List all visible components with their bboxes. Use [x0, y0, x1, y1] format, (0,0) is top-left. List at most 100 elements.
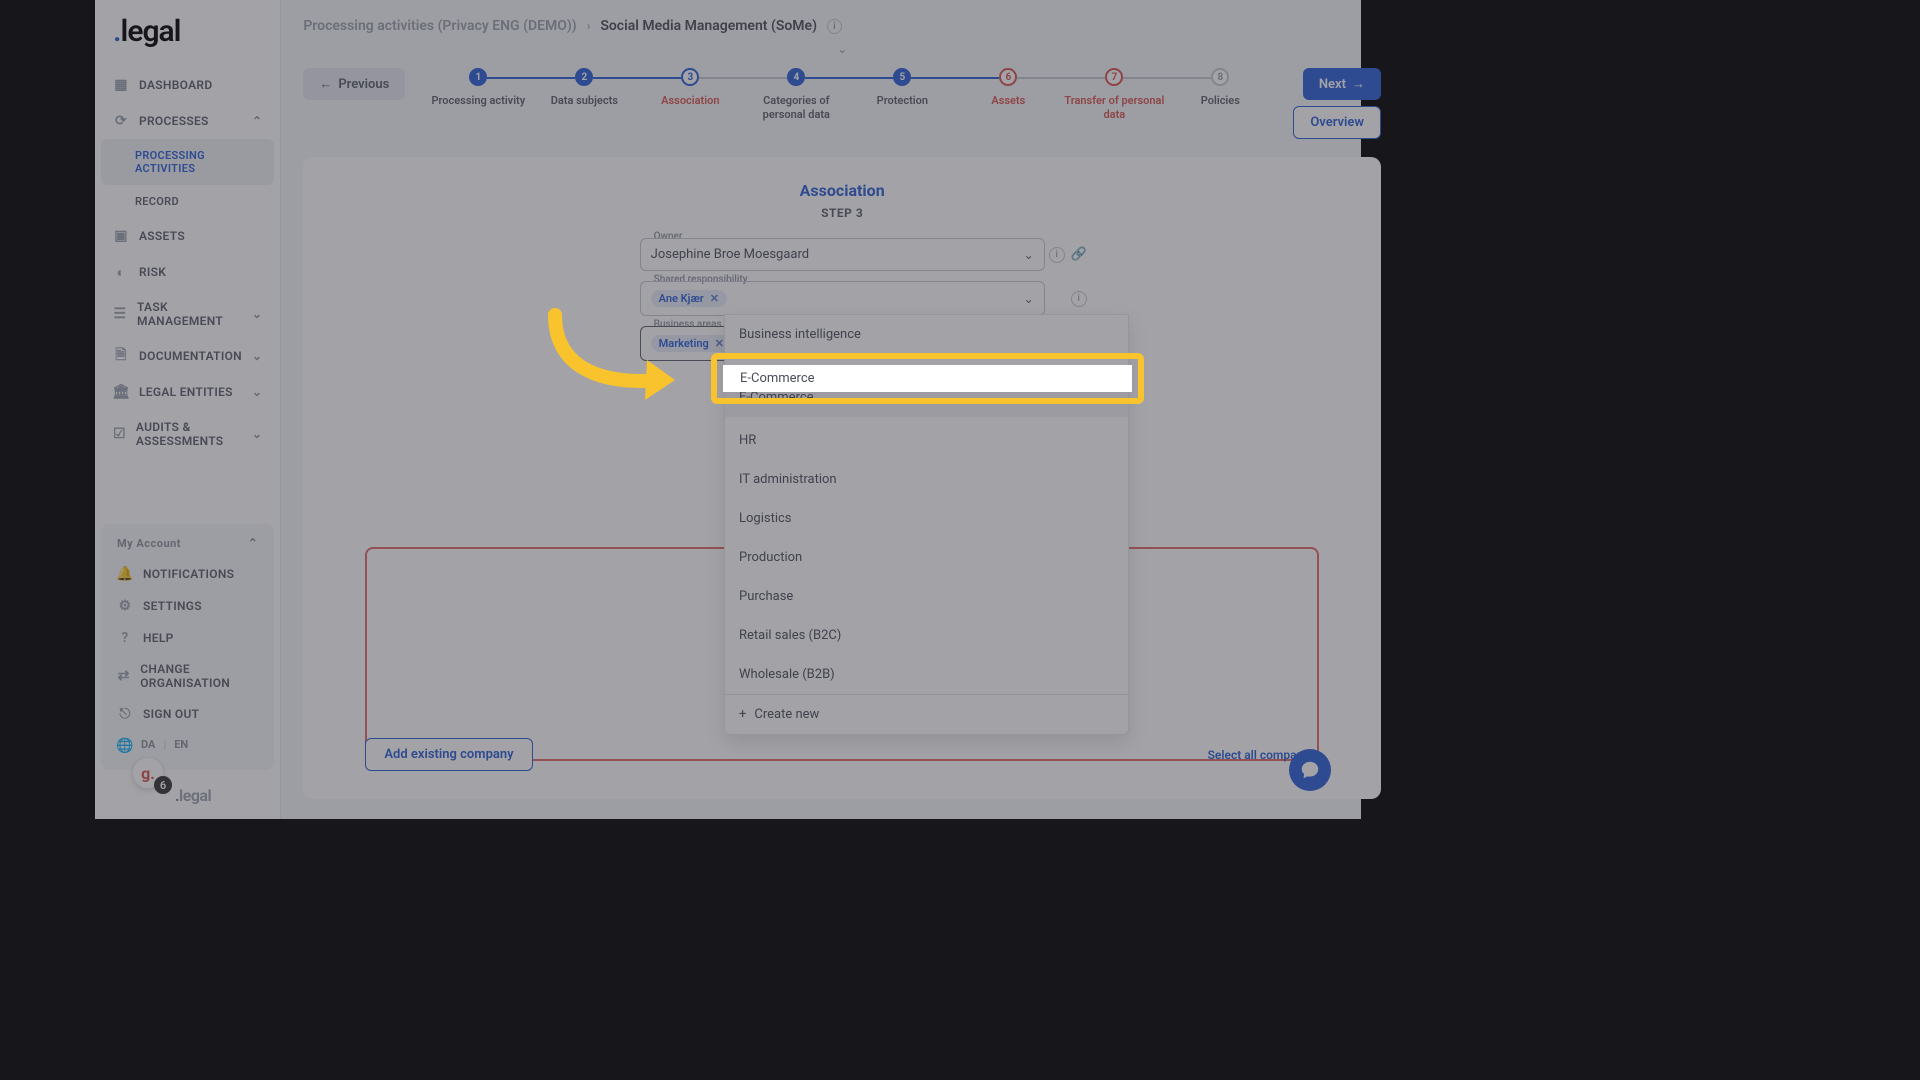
- add-existing-company-button[interactable]: Add existing company: [365, 738, 532, 771]
- step-8[interactable]: 8Policies: [1167, 68, 1273, 108]
- help-icon: ?: [117, 630, 133, 646]
- owner-value: Josephine Broe Moesgaard: [651, 247, 809, 262]
- shared-responsibility-field: Shared responsibility Ane Kjær✕ ⌄ i: [640, 281, 1045, 316]
- step-6[interactable]: 6 Assets: [955, 68, 1061, 108]
- step-label: Assets: [991, 94, 1025, 108]
- step-label: Protection: [877, 94, 928, 108]
- nav-processes[interactable]: ⟳Processes⌃: [101, 103, 274, 139]
- dropdown-option[interactable]: [725, 354, 1128, 378]
- chevron-down-icon: ⌄: [1024, 292, 1034, 306]
- step-circle: 7: [1105, 68, 1123, 86]
- toolbar: ←Previous 1Processing activity2Data subj…: [281, 60, 1403, 139]
- breadcrumb-parent[interactable]: Processing activities (Privacy ENG (DEMO…: [303, 18, 576, 34]
- account-change-org[interactable]: ⇄Change Organisation: [109, 654, 266, 698]
- lang-da[interactable]: DA: [141, 738, 155, 754]
- dropdown-option[interactable]: Retail sales (B2C): [725, 616, 1128, 655]
- chevron-down-icon: ⌄: [1024, 248, 1034, 262]
- nav-label: Dashboard: [139, 78, 212, 92]
- dropdown-option[interactable]: Production: [725, 538, 1128, 577]
- nav-audits[interactable]: ☑Audits & Assessments⌄: [101, 410, 274, 458]
- nav-label: Audits & Assessments: [136, 420, 242, 448]
- step-circle: 4: [787, 68, 805, 86]
- info-icon[interactable]: i: [1049, 247, 1065, 263]
- stepper-collapse-icon[interactable]: ⌄: [281, 42, 1403, 60]
- business-chip: Marketing✕: [651, 335, 732, 352]
- guide-badge-count: 6: [154, 776, 172, 794]
- account-notifications[interactable]: 🔔Notifications: [109, 558, 266, 590]
- step-label: Categories of personal data: [743, 94, 849, 123]
- arrow-right-icon: →: [1352, 76, 1365, 92]
- shared-select[interactable]: Ane Kjær✕ ⌄: [640, 281, 1045, 316]
- chat-fab[interactable]: [1289, 749, 1331, 791]
- business-areas-dropdown: Business intelligence E-Commerce HR IT a…: [724, 314, 1129, 735]
- chevron-down-icon: ⌄: [252, 307, 262, 321]
- step-circle: 1: [469, 68, 487, 86]
- nav-label: Assets: [139, 229, 185, 243]
- checklist-icon: ☑: [113, 426, 126, 442]
- step-4[interactable]: 4 Categories of personal data: [743, 68, 849, 123]
- step-subtitle: Step 3: [333, 206, 1351, 220]
- shared-chip: Ane Kjær✕: [651, 290, 727, 307]
- account-settings[interactable]: ⚙Settings: [109, 590, 266, 622]
- dropdown-create-new[interactable]: +Create new: [725, 694, 1128, 734]
- previous-button[interactable]: ←Previous: [303, 68, 405, 100]
- cube-icon: ▣: [113, 228, 129, 244]
- chip-remove-icon[interactable]: ✕: [710, 292, 719, 305]
- nav-label: Record: [135, 195, 179, 208]
- sidebar-nav: ▦ Dashboard ⟳Processes⌃ Processing Activi…: [95, 63, 280, 518]
- chevron-up-icon[interactable]: ⌃: [248, 536, 259, 550]
- chevron-down-icon: ⌄: [252, 385, 262, 399]
- account-help[interactable]: ?Help: [109, 622, 266, 654]
- step-label: Transfer of personal data: [1061, 94, 1167, 123]
- info-icon[interactable]: i: [827, 19, 842, 34]
- step-label: Data subjects: [551, 94, 618, 108]
- dropdown-option-ecommerce[interactable]: E-Commerce: [725, 378, 1128, 417]
- breadcrumb: Processing activities (Privacy ENG (DEMO…: [281, 0, 1403, 42]
- plus-icon: +: [739, 707, 746, 722]
- step-label: Association: [661, 94, 719, 108]
- next-button[interactable]: Next→: [1303, 68, 1381, 100]
- nav-label: Legal Entities: [139, 385, 233, 399]
- step-circle: 6: [999, 68, 1017, 86]
- dropdown-option[interactable]: Logistics: [725, 499, 1128, 538]
- owner-select[interactable]: Josephine Broe Moesgaard ⌄: [640, 238, 1045, 271]
- step-1[interactable]: 1Processing activity: [425, 68, 531, 108]
- language-switch[interactable]: 🌐 DA | EN: [109, 730, 266, 762]
- dropdown-option[interactable]: Wholesale (B2B): [725, 655, 1128, 694]
- logout-icon: ⎋: [117, 706, 133, 722]
- step-3[interactable]: 3Association: [637, 68, 743, 108]
- nav-record[interactable]: Record: [101, 185, 274, 218]
- gear-icon: ⚙: [117, 598, 133, 614]
- overview-button[interactable]: Overview: [1293, 106, 1381, 139]
- breadcrumb-current: Social Media Management (SoMe): [600, 18, 817, 34]
- chevron-right-icon: ›: [587, 19, 591, 33]
- nav-assets[interactable]: ▣ Assets: [101, 218, 274, 254]
- dropdown-option[interactable]: Purchase: [725, 577, 1128, 616]
- step-2[interactable]: 2Data subjects: [531, 68, 637, 108]
- lang-en[interactable]: EN: [174, 738, 188, 754]
- nav-documentation[interactable]: 🗎Documentation⌄: [101, 338, 274, 374]
- dropdown-option[interactable]: HR: [725, 421, 1128, 460]
- nav-task-management[interactable]: ☰Task Management⌄: [101, 290, 274, 338]
- link-icon[interactable]: 🔗: [1071, 247, 1087, 263]
- footer-logo: .legal.legal: [95, 776, 280, 819]
- stepper: 1Processing activity2Data subjects3Assoc…: [405, 68, 1293, 123]
- step-7[interactable]: 7 Transfer of personal data: [1061, 68, 1167, 123]
- dropdown-option[interactable]: Business intelligence: [725, 315, 1128, 354]
- nav-processing-activities[interactable]: Processing Activities: [101, 139, 274, 185]
- app-viewport: ..legallegal ▦Dashboard ⟳Processes⌃ Proc…: [95, 0, 1361, 819]
- nav-legal-entities[interactable]: 🏛Legal Entities⌄: [101, 374, 274, 410]
- nav-dashboard[interactable]: ▦ Dashboard: [101, 67, 274, 103]
- swap-icon: ⇄: [117, 668, 130, 684]
- info-icon[interactable]: i: [1071, 291, 1087, 307]
- nav-risk[interactable]: ◐Risk: [101, 254, 274, 290]
- account-sign-out[interactable]: ⎋Sign Out: [109, 698, 266, 730]
- doc-icon: 🗎: [113, 348, 129, 364]
- dropdown-option[interactable]: IT administration: [725, 460, 1128, 499]
- account-title: My Account⌃: [109, 532, 266, 558]
- chip-remove-icon[interactable]: ✕: [715, 337, 724, 350]
- process-icon: ⟳: [113, 113, 129, 129]
- step-5[interactable]: 5Protection: [849, 68, 955, 108]
- bottom-actions: Add existing company Select all companie…: [365, 738, 1319, 771]
- grid-icon: ▦: [113, 77, 129, 93]
